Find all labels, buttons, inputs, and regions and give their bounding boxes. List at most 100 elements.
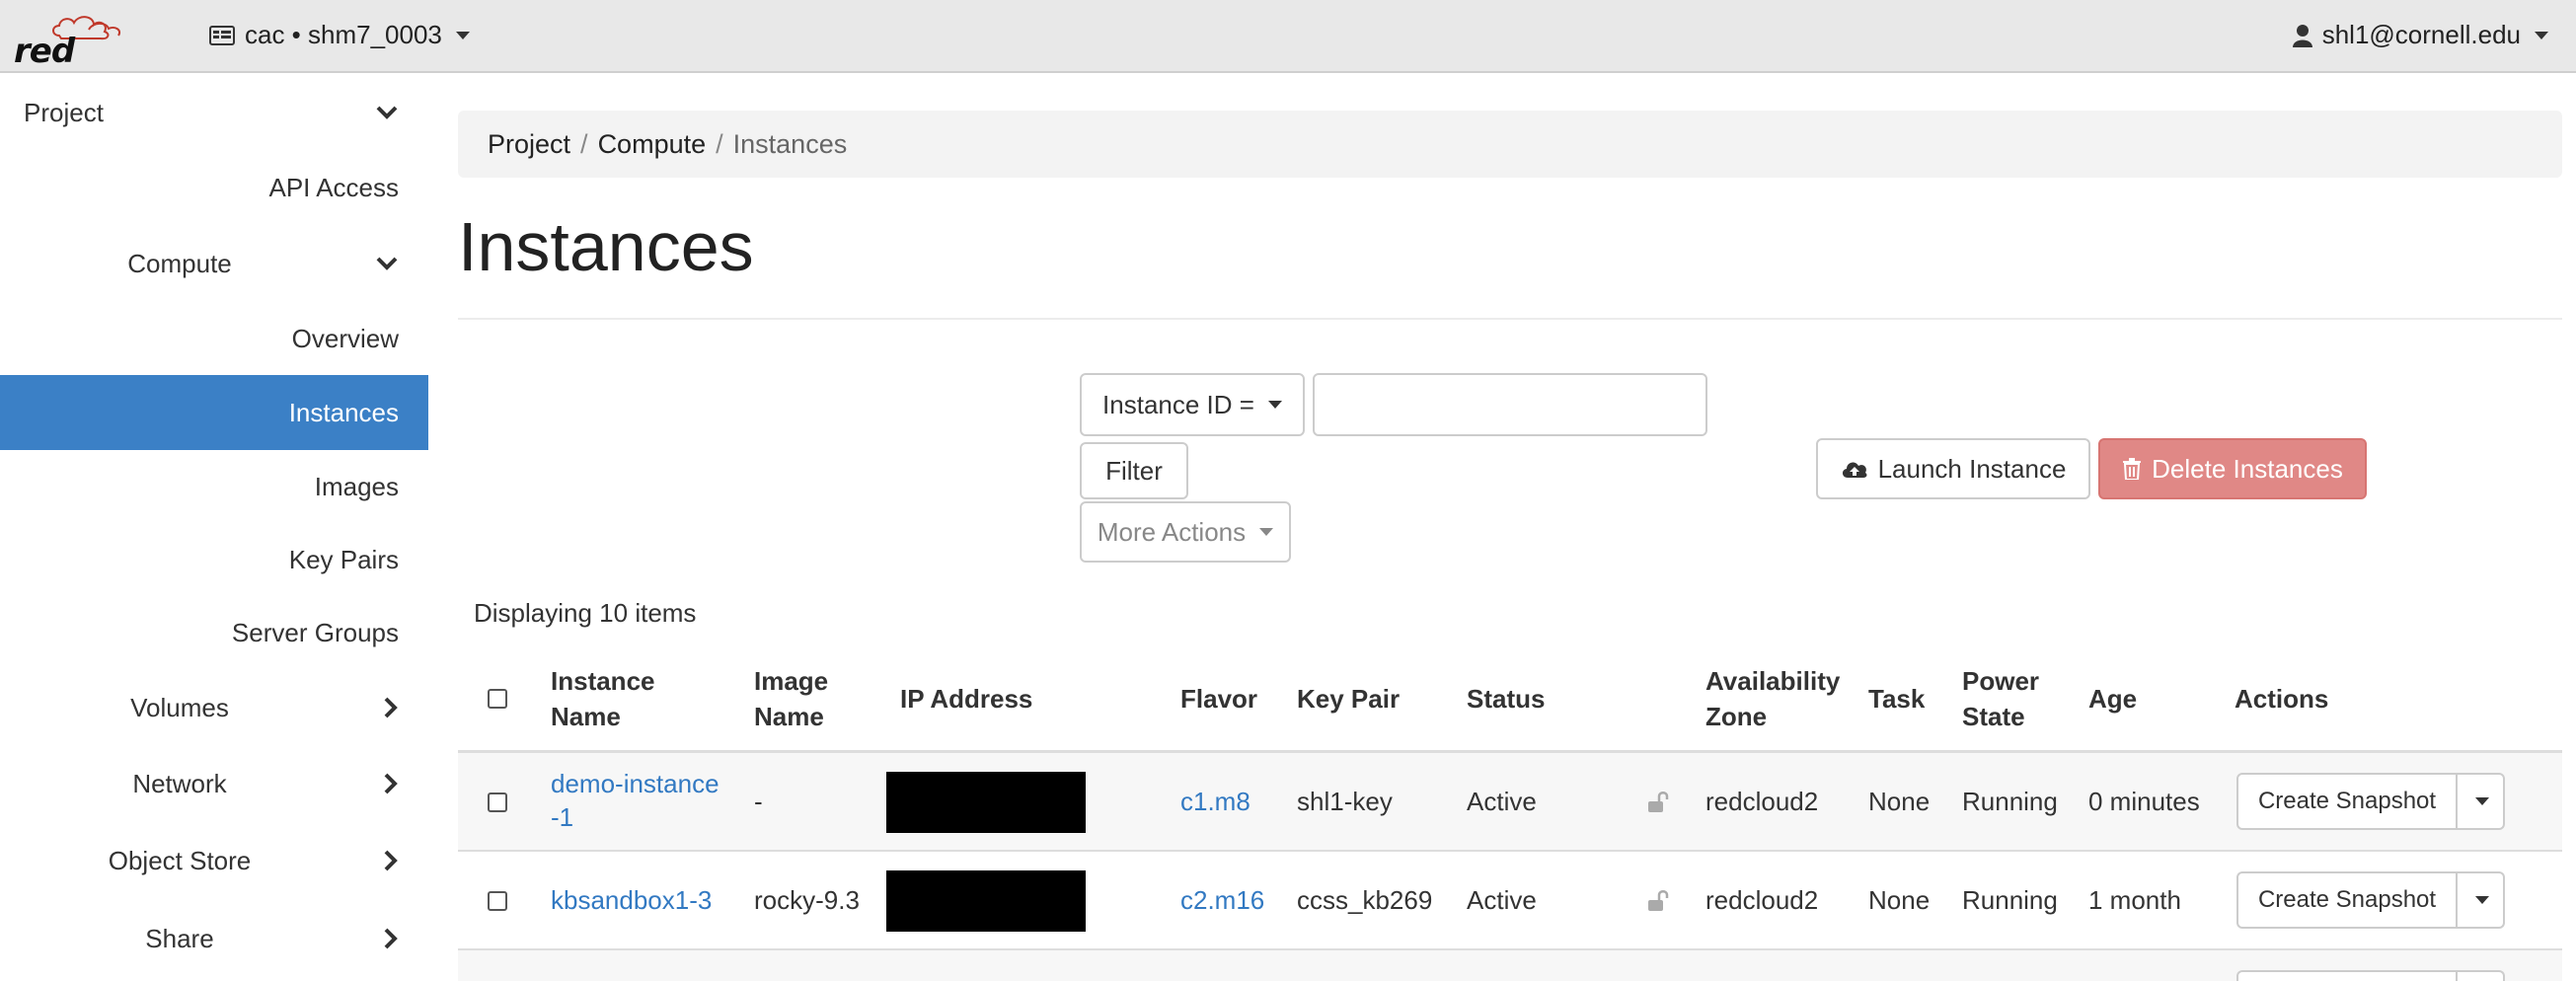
row-checkbox[interactable] bbox=[488, 891, 507, 911]
id-card-icon bbox=[209, 25, 235, 45]
chevron-down-icon bbox=[376, 106, 398, 119]
header-line: Image bbox=[754, 666, 829, 696]
redacted-ip-address bbox=[886, 772, 1086, 833]
sidebar-item-label: Overview bbox=[291, 323, 399, 353]
filter-button[interactable]: Filter bbox=[1080, 442, 1188, 499]
user-icon bbox=[2292, 24, 2312, 47]
sidebar-item-volumes[interactable]: Volumes bbox=[0, 669, 428, 746]
column-header-actions: Actions bbox=[2235, 684, 2329, 714]
item-count: Displaying 10 items bbox=[474, 598, 697, 628]
row-checkbox[interactable] bbox=[488, 792, 507, 812]
header-line: Power bbox=[1962, 666, 2040, 696]
trash-icon bbox=[2123, 458, 2142, 480]
sidebar-item-label: Project bbox=[24, 97, 104, 127]
breadcrumb-project[interactable]: Project bbox=[488, 129, 570, 160]
filter-button-label: Filter bbox=[1105, 455, 1163, 486]
row-actions-dropdown[interactable] bbox=[2458, 970, 2505, 981]
delete-instances-label: Delete Instances bbox=[2152, 453, 2343, 484]
sidebar-item-label: API Access bbox=[268, 172, 400, 202]
header-line: Instance bbox=[551, 666, 655, 696]
availability-zone: redcloud2 bbox=[1705, 787, 1819, 816]
image-name: rocky-9.3 bbox=[754, 885, 860, 915]
sidebar-item-project[interactable]: Project bbox=[0, 75, 428, 150]
sidebar-item-share[interactable]: Share bbox=[0, 900, 428, 977]
cloud-upload-icon bbox=[1842, 462, 1867, 478]
caret-down-icon bbox=[2535, 31, 2548, 39]
flavor-link[interactable]: c1.m8 bbox=[1180, 785, 1250, 818]
caret-down-icon bbox=[2475, 797, 2489, 805]
header-line: Zone bbox=[1705, 702, 1768, 731]
create-snapshot-label: Create Snapshot bbox=[2257, 788, 2437, 814]
header-line: State bbox=[1962, 702, 2025, 731]
sidebar-item-server-groups[interactable]: Server Groups bbox=[0, 596, 428, 669]
top-navbar: red cloud cac • shm7_0003 shl1@cornell.e… bbox=[0, 0, 2576, 111]
breadcrumb-compute[interactable]: Compute bbox=[598, 129, 707, 160]
instance-name-line: demo-instance bbox=[551, 769, 720, 798]
table-row bbox=[458, 950, 2562, 981]
instance-name-line: kbsandbox1-3 bbox=[551, 885, 713, 915]
column-header-age[interactable]: Age bbox=[2088, 681, 2137, 717]
availability-zone: redcloud2 bbox=[1705, 885, 1819, 915]
age: 0 minutes bbox=[2088, 787, 2200, 816]
caret-down-icon bbox=[1259, 528, 1274, 536]
filter-input[interactable] bbox=[1313, 373, 1707, 436]
more-actions-button[interactable]: More Actions bbox=[1080, 501, 1291, 563]
launch-instance-label: Launch Instance bbox=[1877, 453, 2067, 484]
table-row: demo-instance -1 - c1.m8 shl1-key Active… bbox=[458, 753, 2562, 852]
project-switcher[interactable]: cac • shm7_0003 bbox=[209, 20, 470, 50]
sidebar-item-label: Volumes bbox=[130, 692, 229, 722]
sidebar-item-object-store[interactable]: Object Store bbox=[0, 821, 428, 900]
caret-down-icon bbox=[1267, 401, 1282, 409]
create-snapshot-button[interactable] bbox=[2236, 970, 2458, 981]
sidebar-item-key-pairs[interactable]: Key Pairs bbox=[0, 523, 428, 596]
age: 1 month bbox=[2088, 885, 2181, 915]
redacted-ip-address bbox=[886, 870, 1086, 932]
create-snapshot-button[interactable]: Create Snapshot bbox=[2236, 871, 2458, 929]
column-header-status[interactable]: Status bbox=[1467, 681, 1545, 717]
divider bbox=[458, 318, 2562, 320]
breadcrumb-separator: / bbox=[580, 128, 588, 159]
sidebar-item-label: Share bbox=[145, 923, 214, 953]
row-actions-dropdown[interactable] bbox=[2458, 773, 2505, 830]
column-header-flavor[interactable]: Flavor bbox=[1180, 681, 1257, 717]
flavor-link[interactable]: c2.m16 bbox=[1180, 883, 1264, 917]
task: None bbox=[1868, 787, 1931, 816]
column-header-image-name[interactable]: Image Name bbox=[754, 663, 828, 734]
column-header-task[interactable]: Task bbox=[1868, 681, 1925, 717]
sidebar-item-label: Server Groups bbox=[231, 617, 399, 647]
sidebar-item-overview[interactable]: Overview bbox=[0, 302, 428, 375]
unlock-icon[interactable] bbox=[1646, 791, 1670, 814]
sidebar-item-compute[interactable]: Compute bbox=[0, 225, 428, 302]
header-line: Name bbox=[551, 702, 621, 731]
delete-instances-button[interactable]: Delete Instances bbox=[2098, 438, 2367, 499]
image-name: - bbox=[754, 787, 763, 816]
red-cloud-logo[interactable]: red cloud bbox=[14, 8, 162, 111]
sidebar: Project API Access Compute Overview Inst… bbox=[0, 75, 428, 981]
user-menu[interactable]: shl1@cornell.edu bbox=[2292, 20, 2548, 50]
column-header-key-pair[interactable]: Key Pair bbox=[1297, 681, 1400, 717]
chevron-right-icon bbox=[384, 928, 398, 949]
unlock-icon[interactable] bbox=[1646, 889, 1670, 913]
sidebar-item-label: Instances bbox=[288, 397, 399, 427]
create-snapshot-button[interactable]: Create Snapshot bbox=[2236, 773, 2458, 830]
instance-name-link[interactable]: demo-instance -1 bbox=[551, 767, 720, 834]
filter-field-select[interactable]: Instance ID = bbox=[1080, 373, 1305, 436]
column-header-ip-address[interactable]: IP Address bbox=[900, 681, 1032, 717]
more-actions-label: More Actions bbox=[1097, 516, 1247, 547]
instance-name-link[interactable]: kbsandbox1-3 bbox=[551, 883, 712, 917]
column-header-availability-zone[interactable]: Availability Zone bbox=[1705, 663, 1840, 734]
sidebar-item-network[interactable]: Network bbox=[0, 746, 428, 821]
select-all-checkbox[interactable] bbox=[488, 689, 507, 709]
sidebar-item-api-access[interactable]: API Access bbox=[0, 150, 428, 225]
row-actions-dropdown[interactable] bbox=[2458, 871, 2505, 929]
sidebar-item-instances[interactable]: Instances bbox=[0, 375, 428, 450]
page-title: Instances bbox=[458, 208, 754, 285]
launch-instance-button[interactable]: Launch Instance bbox=[1816, 438, 2090, 499]
create-snapshot-label: Create Snapshot bbox=[2257, 886, 2437, 913]
breadcrumb-instances: Instances bbox=[732, 128, 848, 159]
column-header-power-state[interactable]: Power State bbox=[1962, 663, 2039, 734]
table-row: kbsandbox1-3 rocky-9.3 c2.m16 ccss_kb269… bbox=[458, 852, 2562, 950]
sidebar-item-images[interactable]: Images bbox=[0, 450, 428, 523]
caret-down-icon bbox=[455, 31, 470, 39]
column-header-instance-name[interactable]: Instance Name bbox=[551, 663, 655, 734]
